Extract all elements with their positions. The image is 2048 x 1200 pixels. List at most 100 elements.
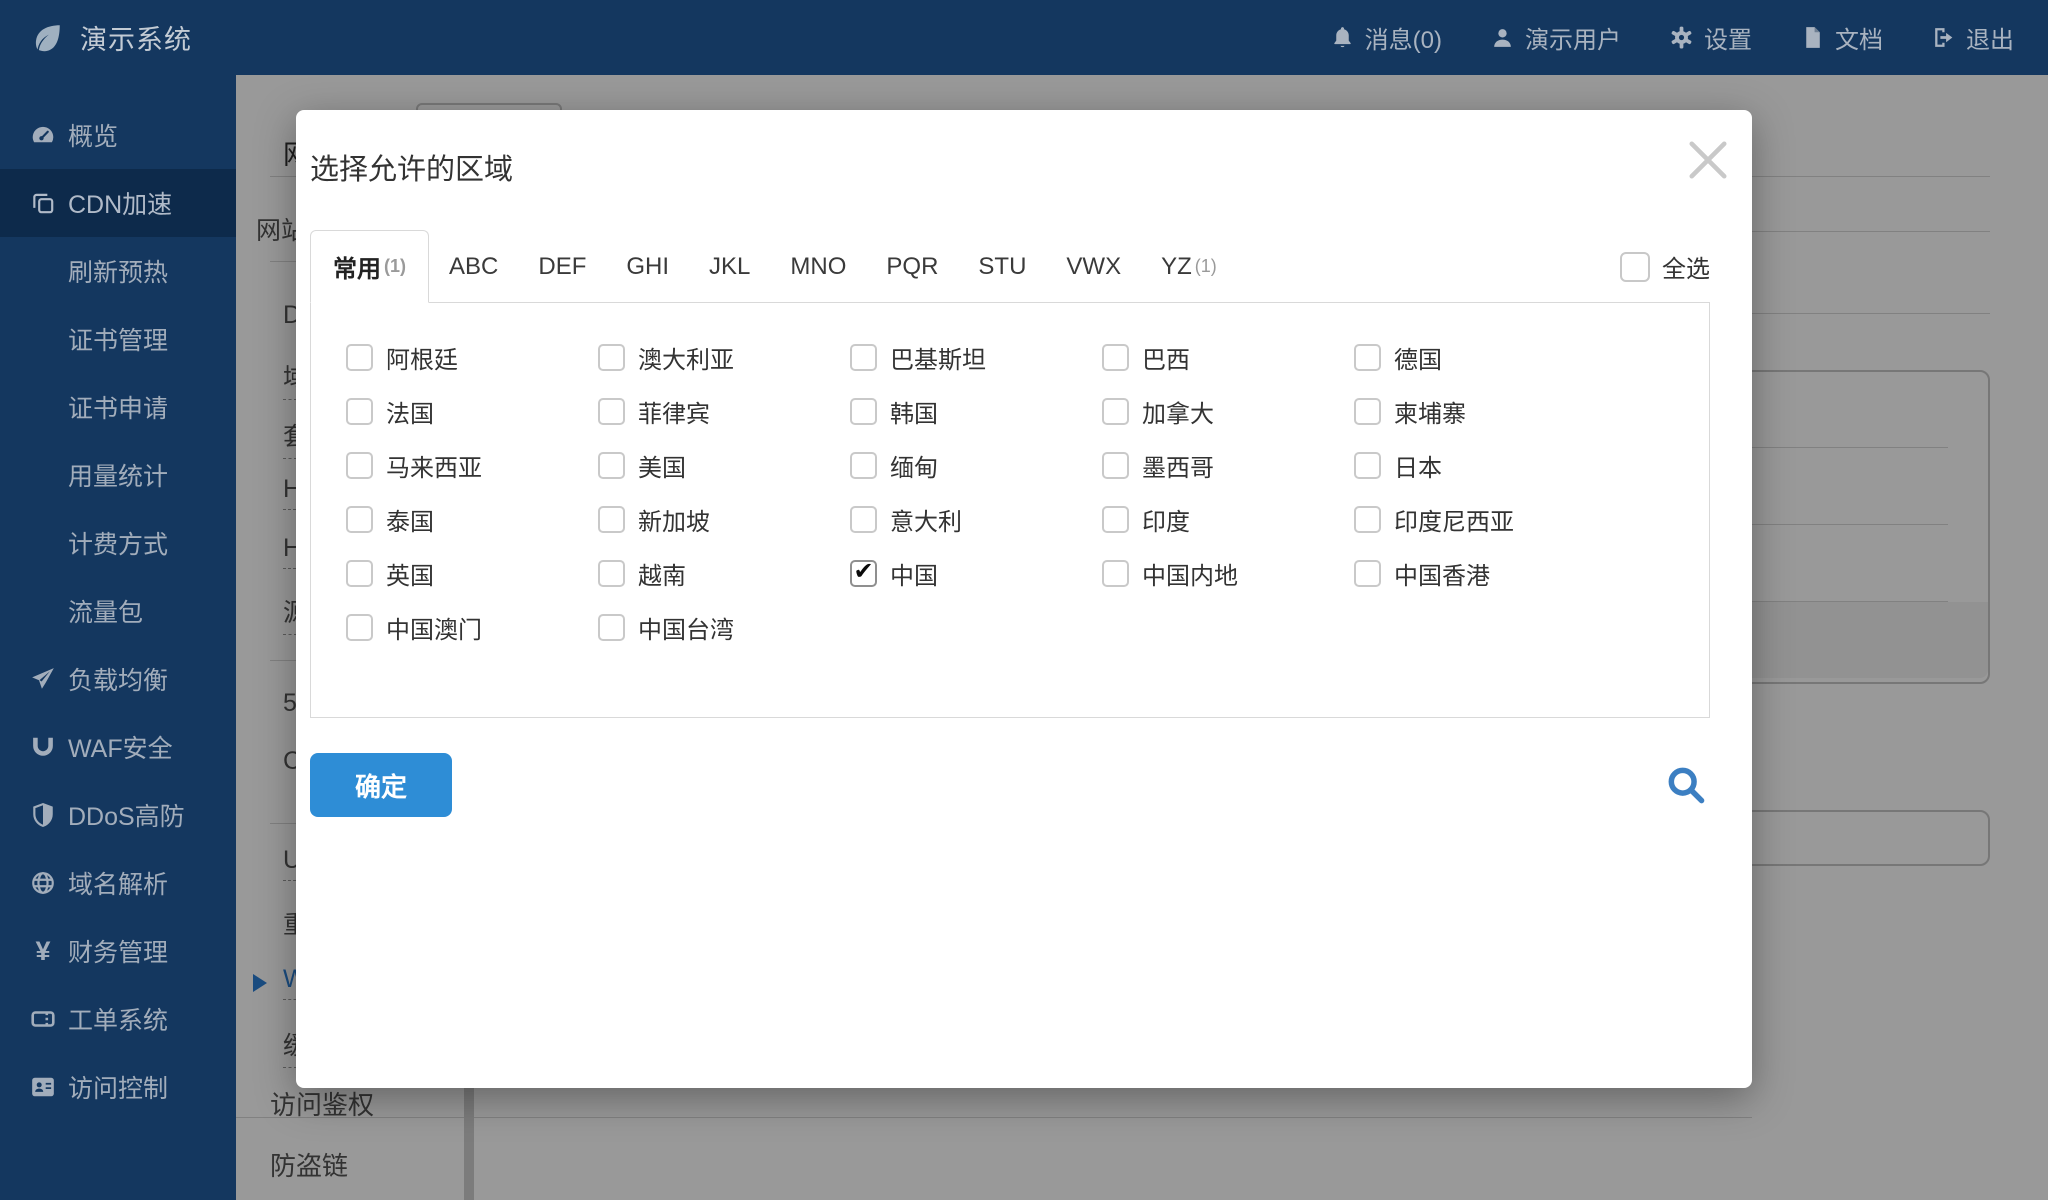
sidebar-item-overview[interactable]: 概览 — [0, 101, 236, 169]
tab-label: GHI — [626, 252, 670, 280]
sidebar-item-refresh-prewarm[interactable]: 刷新预热 — [0, 237, 236, 305]
search-icon[interactable] — [1664, 763, 1708, 807]
tab-mno[interactable]: MNO — [770, 230, 866, 303]
sidebar-item-cert-manage[interactable]: 证书管理 — [0, 305, 236, 373]
tab-vwx[interactable]: VWX — [1046, 230, 1141, 303]
region-option[interactable]: 巴基斯坦 — [850, 330, 1102, 384]
checkbox[interactable] — [346, 451, 373, 479]
nav-logout-label: 退出 — [1966, 27, 2014, 54]
region-option[interactable]: 中国香港 — [1354, 546, 1606, 600]
region-option[interactable]: 印度尼西亚 — [1354, 492, 1606, 546]
sidebar-item-usage-stats[interactable]: 用量统计 — [0, 441, 236, 509]
region-option[interactable]: 美国 — [598, 438, 850, 492]
region-label: 缅甸 — [890, 454, 938, 482]
tab-common[interactable]: 常用 (1) — [310, 230, 429, 303]
bell-icon — [1333, 27, 1351, 48]
tab-def[interactable]: DEF — [518, 230, 606, 303]
checkbox[interactable] — [1102, 343, 1129, 371]
checkbox[interactable] — [346, 343, 373, 371]
nav-user[interactable]: 演示用户 — [1490, 20, 1621, 55]
region-option[interactable]: 马来西亚 — [346, 438, 598, 492]
checkbox[interactable] — [1102, 397, 1129, 425]
tab-label: ABC — [449, 252, 499, 280]
tab-jkl[interactable]: JKL — [689, 230, 770, 303]
nav-docs[interactable]: 文档 — [1800, 20, 1883, 55]
nav-user-label: 演示用户 — [1525, 27, 1621, 54]
checkbox[interactable] — [1102, 451, 1129, 479]
region-option[interactable]: 意大利 — [850, 492, 1102, 546]
checkbox[interactable] — [346, 397, 373, 425]
nav-logout[interactable]: 退出 — [1931, 20, 2014, 55]
region-option[interactable]: 阿根廷 — [346, 330, 598, 384]
region-option[interactable]: 菲律宾 — [598, 384, 850, 438]
sidebar-item-load-balance[interactable]: 负载均衡 — [0, 645, 236, 713]
region-option[interactable]: 加拿大 — [1102, 384, 1354, 438]
confirm-button[interactable]: 确定 — [310, 753, 452, 817]
region-option[interactable]: 英国 — [346, 546, 598, 600]
sidebar-item-waf[interactable]: WAF安全 — [0, 713, 236, 781]
region-option[interactable]: 巴西 — [1102, 330, 1354, 384]
region-option[interactable]: 中国澳门 — [346, 600, 598, 654]
region-option[interactable]: 新加坡 — [598, 492, 850, 546]
checkbox[interactable] — [598, 613, 625, 641]
sidebar-item-traffic-pack[interactable]: 流量包 — [0, 577, 236, 645]
region-option[interactable]: 泰国 — [346, 492, 598, 546]
checkbox[interactable] — [1354, 559, 1381, 587]
sidebar-item-access-control[interactable]: 访问控制 — [0, 1053, 236, 1121]
checkbox[interactable] — [346, 559, 373, 587]
region-option[interactable]: 缅甸 — [850, 438, 1102, 492]
region-option-checked[interactable]: ✔ 中国 — [850, 546, 1102, 600]
tab-label: JKL — [709, 252, 751, 280]
sidebar-item-billing-mode[interactable]: 计费方式 — [0, 509, 236, 577]
nav-settings[interactable]: 设置 — [1669, 20, 1752, 55]
checkbox-checked[interactable]: ✔ — [850, 559, 877, 587]
region-option[interactable]: 印度 — [1102, 492, 1354, 546]
checkbox[interactable] — [1354, 343, 1381, 371]
tab-pqr[interactable]: PQR — [866, 230, 958, 303]
region-option[interactable]: 日本 — [1354, 438, 1606, 492]
checkbox[interactable] — [850, 397, 877, 425]
checkbox[interactable] — [850, 451, 877, 479]
checkbox[interactable] — [346, 613, 373, 641]
sidebar-item-ddos[interactable]: DDoS高防 — [0, 781, 236, 849]
select-all-checkbox[interactable] — [1620, 251, 1650, 282]
region-option[interactable]: 澳大利亚 — [598, 330, 850, 384]
tab-abc[interactable]: ABC — [429, 230, 518, 303]
region-option[interactable]: 中国内地 — [1102, 546, 1354, 600]
sidebar-item-cdn[interactable]: CDN加速 — [0, 169, 236, 237]
checkbox[interactable] — [598, 451, 625, 479]
checkbox[interactable] — [1102, 559, 1129, 587]
brand[interactable]: 演示系统 — [0, 18, 192, 57]
sidebar-item-finance[interactable]: ¥ 财务管理 — [0, 917, 236, 985]
close-icon[interactable] — [1682, 134, 1734, 186]
checkbox[interactable] — [1354, 451, 1381, 479]
tab-yz[interactable]: YZ (1) — [1141, 230, 1237, 303]
sidebar-item-dns[interactable]: 域名解析 — [0, 849, 236, 917]
checkbox[interactable] — [598, 397, 625, 425]
leaf-icon — [35, 24, 60, 51]
region-option[interactable]: 韩国 — [850, 384, 1102, 438]
checkbox[interactable] — [598, 343, 625, 371]
region-label: 中国香港 — [1394, 562, 1490, 590]
sidebar-item-tickets[interactable]: 工单系统 — [0, 985, 236, 1053]
checkbox[interactable] — [1354, 397, 1381, 425]
tab-count: (1) — [384, 256, 406, 276]
checkbox[interactable] — [1102, 505, 1129, 533]
tab-stu[interactable]: STU — [958, 230, 1046, 303]
checkbox[interactable] — [346, 505, 373, 533]
checkbox[interactable] — [850, 505, 877, 533]
topbar: 演示系统 消息(0) 演示用户 设置 文档 退出 — [0, 0, 2048, 75]
sidebar-item-cert-apply[interactable]: 证书申请 — [0, 373, 236, 441]
checkbox[interactable] — [1354, 505, 1381, 533]
checkbox[interactable] — [850, 343, 877, 371]
checkbox[interactable] — [598, 505, 625, 533]
region-option[interactable]: 德国 — [1354, 330, 1606, 384]
region-option[interactable]: 法国 — [346, 384, 598, 438]
region-option[interactable]: 中国台湾 — [598, 600, 850, 654]
checkbox[interactable] — [598, 559, 625, 587]
region-option[interactable]: 墨西哥 — [1102, 438, 1354, 492]
region-option[interactable]: 柬埔寨 — [1354, 384, 1606, 438]
tab-ghi[interactable]: GHI — [606, 230, 689, 303]
nav-messages[interactable]: 消息(0) — [1330, 20, 1442, 55]
region-option[interactable]: 越南 — [598, 546, 850, 600]
